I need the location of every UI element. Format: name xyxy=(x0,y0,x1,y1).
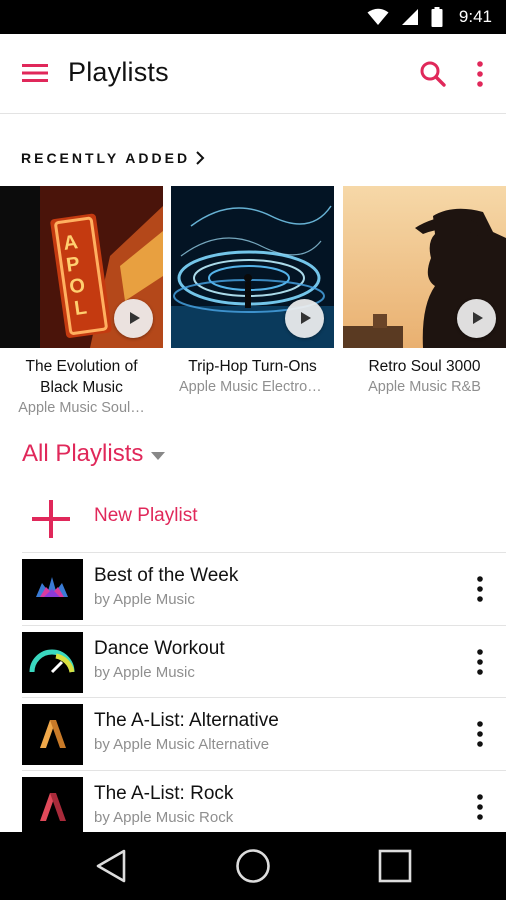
playlist-curator: by Apple Music xyxy=(94,591,195,608)
recents-button[interactable] xyxy=(375,848,415,884)
more-vert-icon xyxy=(477,61,483,87)
recently-added-header[interactable]: RECENTLY ADDED xyxy=(21,148,206,168)
wifi-icon xyxy=(367,8,389,25)
more-vert-icon[interactable] xyxy=(468,791,492,823)
album-curator: Apple Music Electron… xyxy=(179,379,330,395)
album-curator: Apple Music Soul… xyxy=(18,400,145,416)
playlist-title: The A-List: Alternative xyxy=(94,710,279,731)
svg-text:O: O xyxy=(68,275,86,299)
more-vert-icon[interactable] xyxy=(468,646,492,678)
caret-down-icon xyxy=(151,451,166,460)
overflow-menu-button[interactable] xyxy=(470,58,490,90)
menu-button[interactable] xyxy=(20,60,50,86)
chevron-right-icon xyxy=(196,151,205,165)
home-button[interactable] xyxy=(233,848,273,884)
playlist-curator: by Apple Music xyxy=(94,663,195,681)
album-title: Retro Soul 3000 xyxy=(368,358,481,375)
menu-icon xyxy=(22,64,48,82)
page-title: Playlists xyxy=(68,57,169,87)
album-title: Trip-Hop Turn-Ons xyxy=(188,358,317,375)
playlist-title: Dance Workout xyxy=(94,637,225,659)
playlist-curator: by Apple Music Rock xyxy=(94,808,234,826)
playlist-row[interactable]: Dance Workout by Apple Music xyxy=(22,624,506,698)
playlist-artwork xyxy=(22,559,83,620)
status-time: 9:41 xyxy=(458,7,492,26)
play-button[interactable] xyxy=(457,299,496,338)
album-title: The Evolution of Black Music xyxy=(25,358,138,396)
recently-added-label: RECENTLY ADDED xyxy=(21,150,191,166)
new-playlist-label: New Playlist xyxy=(94,505,198,526)
back-button[interactable] xyxy=(92,848,132,884)
more-vert-icon[interactable] xyxy=(468,718,492,750)
signal-icon xyxy=(401,9,418,25)
play-button[interactable] xyxy=(114,299,153,338)
album-card[interactable]: Retro Soul 3000 Apple Music R&B xyxy=(343,186,506,397)
album-curator: Apple Music R&B xyxy=(368,379,481,395)
playlist-title: Best of the Week xyxy=(94,565,239,586)
play-button[interactable] xyxy=(285,299,324,338)
plus-icon xyxy=(32,500,70,538)
new-playlist-button[interactable]: New Playlist xyxy=(22,488,506,552)
battery-icon xyxy=(431,7,443,27)
search-icon xyxy=(420,61,446,87)
album-artwork xyxy=(171,186,334,348)
back-icon xyxy=(96,849,126,883)
recents-icon xyxy=(378,849,412,883)
playlist-artwork xyxy=(22,704,83,765)
all-playlists-dropdown[interactable]: All Playlists xyxy=(22,440,166,468)
playlist-artwork xyxy=(22,776,83,838)
app-bar: Playlists xyxy=(0,34,506,114)
svg-text:A: A xyxy=(62,231,79,255)
playlist-title: The A-List: Rock xyxy=(94,782,234,804)
playlist-artwork xyxy=(22,631,83,693)
album-artwork xyxy=(343,186,506,348)
search-button[interactable] xyxy=(418,59,448,89)
album-artwork: A P O L xyxy=(0,186,163,348)
playlist-curator: by Apple Music Alternative xyxy=(94,736,270,753)
playlist-list: Best of the Week by Apple Music Dance Wo… xyxy=(22,552,506,842)
playlist-row[interactable]: Best of the Week by Apple Music xyxy=(22,552,506,625)
recently-added-carousel[interactable]: A P O L The Evolution of Black Music App… xyxy=(0,186,506,426)
status-bar: 9:41 xyxy=(0,0,506,34)
system-nav-bar xyxy=(0,832,506,900)
playlist-row[interactable]: The A-List: Alternative by Apple Music A… xyxy=(22,697,506,770)
album-card[interactable]: A P O L The Evolution of Black Music App… xyxy=(0,186,163,418)
home-icon xyxy=(236,849,270,883)
more-vert-icon[interactable] xyxy=(468,573,492,605)
album-card[interactable]: Trip-Hop Turn-Ons Apple Music Electron… xyxy=(171,186,334,397)
all-playlists-label: All Playlists xyxy=(22,440,144,467)
